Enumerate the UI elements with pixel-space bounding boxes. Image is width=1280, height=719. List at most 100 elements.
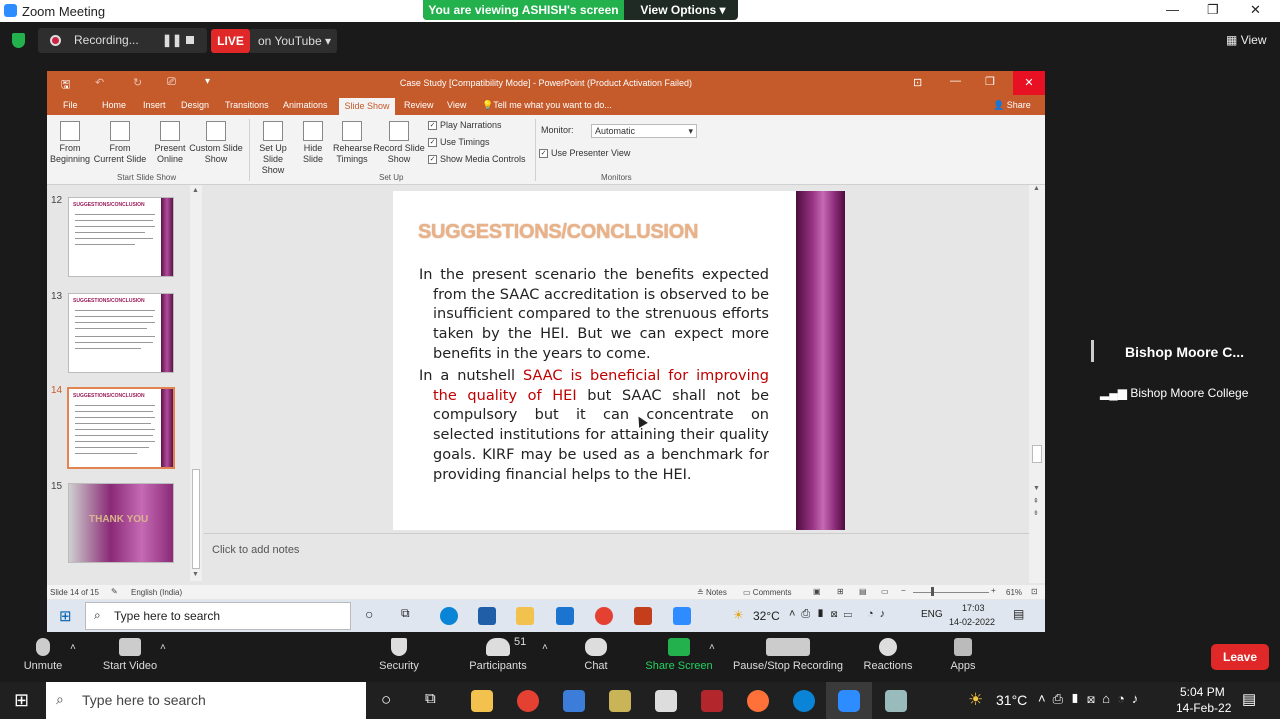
play-narrations-checkbox[interactable]: ✓ Play Narrations [428,120,502,131]
notification-icon[interactable]: ▤ [1242,690,1256,708]
sorter-view-icon[interactable]: ⊞ [837,587,844,596]
sticky-app-icon[interactable] [609,690,631,712]
show-media-checkbox[interactable]: ✓ Show Media Controls [428,154,526,165]
chevron-up-icon[interactable]: ˄ [160,642,166,653]
stop-icon[interactable] [186,36,194,44]
document-app-icon[interactable] [655,690,677,712]
rehearse-button[interactable]: Rehearse Timings [333,121,372,165]
slide-canvas[interactable]: SUGGESTIONS/CONCLUSION In the present sc… [393,191,845,530]
minimize-icon[interactable]: — [950,75,961,87]
file-explorer-icon[interactable] [471,690,493,712]
weather-icon[interactable]: ☀ [968,690,983,710]
tab-home[interactable]: Home [102,100,126,110]
hide-slide-button[interactable]: Hide Slide [295,121,331,165]
windows-start-icon[interactable]: ⊞ [59,607,72,625]
task-view-icon[interactable]: ⧉ [401,606,410,621]
spellcheck-icon[interactable]: ✎ [111,587,118,596]
ribbon-display-icon[interactable]: ⊡ [913,76,922,89]
thumbnail-scrollbar[interactable]: ▲ ▼ [190,185,202,581]
powerpoint-icon[interactable] [634,607,652,625]
tab-slide-show[interactable]: Slide Show [339,98,395,115]
slide-thumbnail-14[interactable]: SUGGESTIONS/CONCLUSION [67,387,175,469]
record-show-button[interactable]: Record Slide Show [371,121,427,165]
chrome-icon[interactable] [517,690,539,712]
tab-file[interactable]: File [63,100,78,110]
notes-pane[interactable]: Click to add notes [204,533,1034,583]
edge-icon[interactable] [793,690,815,712]
from-current-button[interactable]: From Current Slide [93,121,147,165]
zoom-level[interactable]: 61% [1006,588,1022,597]
tab-view[interactable]: View [447,100,466,110]
tab-transitions[interactable]: Transitions [225,100,269,110]
pause-stop-recording-button[interactable]: Pause/Stop Recording [728,632,848,672]
chevron-up-icon[interactable]: ˄ [542,642,548,653]
scroll-down-icon[interactable]: ▼ [192,571,199,578]
slide-thumbnail-15[interactable]: THANK YOU [68,483,174,563]
calculator-icon[interactable] [563,690,585,712]
task-view-icon[interactable]: ⧉ [425,690,436,707]
tab-insert[interactable]: Insert [143,100,166,110]
zoom-taskbar-item[interactable] [826,682,872,719]
store-icon[interactable] [478,607,496,625]
firefox-icon[interactable] [747,690,769,712]
scroll-thumb[interactable] [1032,445,1042,463]
zoom-icon[interactable] [673,607,691,625]
zoom-slider-thumb[interactable] [931,587,934,596]
prev-slide-icon[interactable]: ⇞ [1033,497,1039,505]
chrome-icon[interactable] [595,607,613,625]
chevron-up-icon[interactable]: ˄ [709,642,715,653]
cortana-icon[interactable]: ○ [381,690,391,710]
weather-icon[interactable]: ☀ [733,608,744,622]
search-box[interactable]: ⌕ Type here to search [46,682,366,719]
normal-view-icon[interactable]: ▣ [813,587,821,596]
monitor-select[interactable]: Automatic ▾ [591,124,697,138]
view-options-button[interactable]: View Options ▾ [633,0,733,20]
close-icon[interactable]: ✕ [1250,2,1261,18]
leave-button[interactable]: Leave [1211,644,1269,670]
scroll-thumb[interactable] [192,469,200,569]
slide-scrollbar[interactable]: ▲ ▼ ⇞ ⇟ [1029,185,1045,583]
fit-slide-icon[interactable]: ⊡ [1031,587,1038,596]
share-button[interactable]: 👤 Share [993,100,1031,111]
presenter-view-checkbox[interactable]: ✓ Use Presenter View [539,148,630,159]
tab-review[interactable]: Review [404,100,434,110]
tab-animations[interactable]: Animations [283,100,328,110]
zoom-out-icon[interactable]: − [901,586,906,595]
zoom-slider[interactable] [913,592,989,593]
cortana-icon[interactable]: ○ [365,606,373,622]
next-slide-icon[interactable]: ⇟ [1033,509,1039,517]
system-tray-icons[interactable]: ˄⎙▮⊠▭ ◔♪ [789,608,891,621]
edge-icon[interactable] [440,607,458,625]
chevron-up-icon[interactable]: ˄ [70,642,76,653]
media-app-icon[interactable] [701,690,723,712]
present-online-button[interactable]: Present Online [151,121,189,165]
chat-button[interactable]: Chat [551,632,641,672]
scroll-down-icon[interactable]: ▼ [1033,485,1040,492]
stream-dropdown[interactable]: on YouTube ▾ [250,29,337,53]
paint-app-icon[interactable] [885,690,907,712]
slideshow-view-icon[interactable]: ▭ [881,587,889,596]
custom-show-button[interactable]: Custom Slide Show [187,121,245,165]
use-timings-checkbox[interactable]: ✓ Use Timings [428,137,490,148]
restore-icon[interactable]: ❐ [1207,2,1219,18]
notification-icon[interactable]: ▤ [1013,607,1024,621]
tab-design[interactable]: Design [181,100,209,110]
comments-toggle[interactable]: ▭ Comments [743,588,791,597]
scroll-up-icon[interactable]: ▲ [192,187,199,194]
language-label[interactable]: English (India) [131,588,182,597]
security-button[interactable]: Security [354,632,444,672]
view-button[interactable]: ▦ View [1226,33,1266,47]
zoom-in-icon[interactable]: + [991,586,996,595]
scroll-up-icon[interactable]: ▲ [1033,185,1040,192]
reading-view-icon[interactable]: ▤ [859,587,867,596]
maximize-icon[interactable]: ❐ [985,75,995,88]
notes-toggle[interactable]: ≗ Notes [697,588,727,597]
slide-thumbnail-13[interactable]: SUGGESTIONS/CONCLUSION [68,293,174,373]
tray-icons[interactable]: ˄⎙▮⊠⌂◔♪ [1038,691,1145,707]
pause-icon[interactable]: ❚❚ [162,33,182,47]
minimize-icon[interactable]: — [1166,2,1179,17]
mail-icon[interactable] [556,607,574,625]
windows-start-icon[interactable]: ⊞ [14,690,29,711]
speaker-tile[interactable]: ▂▄▆ Bishop Moore College [1100,386,1248,400]
file-explorer-icon[interactable] [516,607,534,625]
